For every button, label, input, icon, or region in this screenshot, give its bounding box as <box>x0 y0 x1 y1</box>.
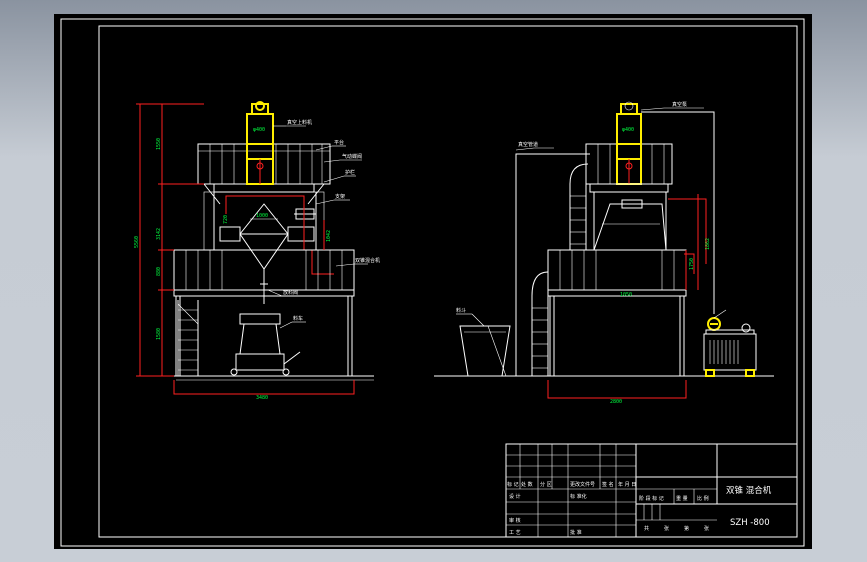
stage-label: 阶 段 标 记 <box>639 495 664 502</box>
dim-small-a: 720 <box>223 215 229 224</box>
dim-feeder-right: φ400 <box>622 127 634 133</box>
sheet-unit-1: 张 <box>664 525 669 532</box>
drawing-name: 双锥 混合机 <box>726 485 772 496</box>
callout-discharge: 放料阀 <box>283 289 298 296</box>
dimension-labels: 5560 1550 3142 880 1580 3480 2800 1862 1… <box>134 127 711 405</box>
dim-feeder-left: φ400 <box>253 127 265 133</box>
dim-left-width: 3480 <box>256 395 268 401</box>
row-approve: 批 准 <box>570 529 582 536</box>
callout-vacuum-feeder: 真空上料机 <box>287 119 312 126</box>
row-check: 审 核 <box>509 517 521 524</box>
dim-left-base: 1580 <box>156 328 162 340</box>
dim-cone-right: 1050 <box>620 292 632 298</box>
dim-left-top: 1550 <box>156 138 162 150</box>
weight-label: 重 量 <box>676 495 688 502</box>
sheet-unit-2: 张 <box>704 525 709 532</box>
callout-control-valve: 气动蝶阀 <box>342 153 362 160</box>
callout-support: 支架 <box>335 193 345 200</box>
dim-small-b: 1042 <box>326 230 332 242</box>
callout-platform: 平台 <box>334 139 344 146</box>
callout-cabinet: 真空泵 <box>672 101 687 108</box>
scale-label: 比 例 <box>697 495 709 502</box>
cad-drawing: 5560 1550 3142 880 1580 3480 2800 1862 1… <box>60 18 805 547</box>
dim-left-mid: 3142 <box>156 228 162 240</box>
callout-labels: 真空上料机 平台 气动蝶阀 护栏 支架 双锥混合机 放料阀 料车 料斗 真空管道… <box>283 101 687 322</box>
right-elevation <box>434 101 774 399</box>
rev-header-3: 更改文件号 <box>570 481 595 488</box>
row-standard: 标 准化 <box>570 493 587 500</box>
callout-mixer: 双锥混合机 <box>355 257 380 264</box>
model-number: SZH -800 <box>730 518 770 528</box>
outer-frame <box>60 18 805 547</box>
callout-rail: 护栏 <box>345 169 355 176</box>
dim-right-width: 2800 <box>610 399 622 405</box>
callout-cart: 料车 <box>293 315 303 322</box>
dim-right-small: 1750 <box>689 258 695 270</box>
row-process: 工 艺 <box>509 530 521 536</box>
dim-left-total: 5560 <box>134 236 140 248</box>
callout-pipe: 真空管道 <box>518 141 538 148</box>
sheet-total-label: 共 <box>644 525 649 532</box>
cad-viewport[interactable]: 5560 1550 3142 880 1580 3480 2800 1862 1… <box>54 14 812 549</box>
dim-right-side: 1862 <box>705 238 711 250</box>
title-block: 标 记 处 数 分 区 更改文件号 签 名 年 月 日 设 计 标 准化 审 核… <box>505 443 798 538</box>
dim-left-low: 880 <box>156 267 162 276</box>
callout-hopper: 料斗 <box>456 307 466 314</box>
row-design: 设 计 <box>509 493 521 500</box>
rev-header-1: 处 数 <box>521 481 533 488</box>
rev-header-5: 年 月 日 <box>618 481 636 488</box>
rev-header-4: 签 名 <box>602 481 614 488</box>
inner-frame <box>98 25 798 538</box>
dim-cone-left: 1000 <box>256 213 268 219</box>
sheet-index-label: 第 <box>684 525 689 532</box>
rev-header-0: 标 记 <box>507 481 519 488</box>
rev-header-2: 分 区 <box>540 481 552 488</box>
